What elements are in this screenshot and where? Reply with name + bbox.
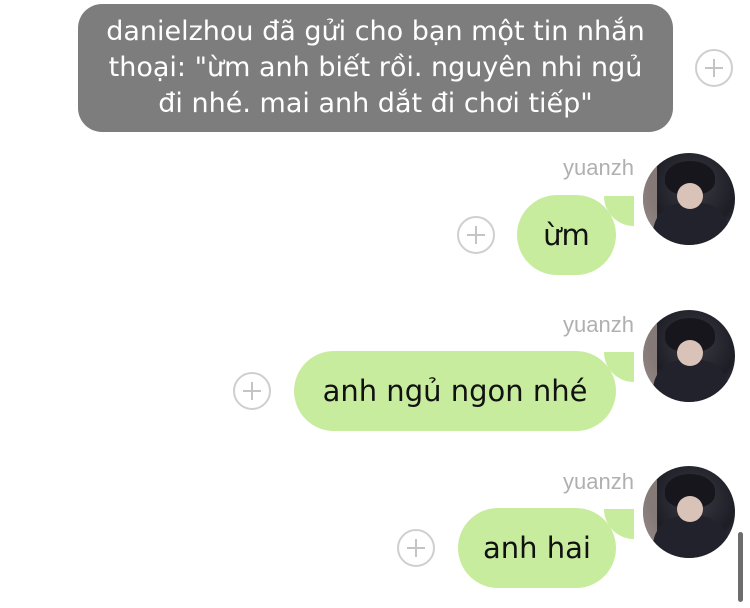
message-bubble[interactable]: ừm [517,195,616,275]
scrollbar[interactable] [738,532,743,602]
message-text: ừm [543,218,590,252]
add-reaction-button[interactable] [233,372,271,410]
message-bubble[interactable]: anh ngủ ngon nhé [294,351,616,431]
sender-name: yuanzh [563,312,634,337]
add-reaction-button[interactable] [397,529,435,567]
avatar[interactable] [643,466,735,558]
message-bubble[interactable]: anh hai [458,508,616,588]
message-text: anh ngủ ngon nhé [322,374,588,408]
avatar[interactable] [643,310,735,402]
sender-name: yuanzh [563,155,634,180]
add-reaction-button[interactable] [457,216,495,254]
sender-name: yuanzh [563,469,634,494]
avatar[interactable] [643,153,735,245]
add-reaction-button[interactable] [695,49,733,87]
system-message-text: danielzhou đã gửi cho bạn một tin nhắn t… [106,16,645,119]
message-text: anh hai [483,531,591,565]
system-message-bubble: danielzhou đã gửi cho bạn một tin nhắn t… [78,4,673,132]
